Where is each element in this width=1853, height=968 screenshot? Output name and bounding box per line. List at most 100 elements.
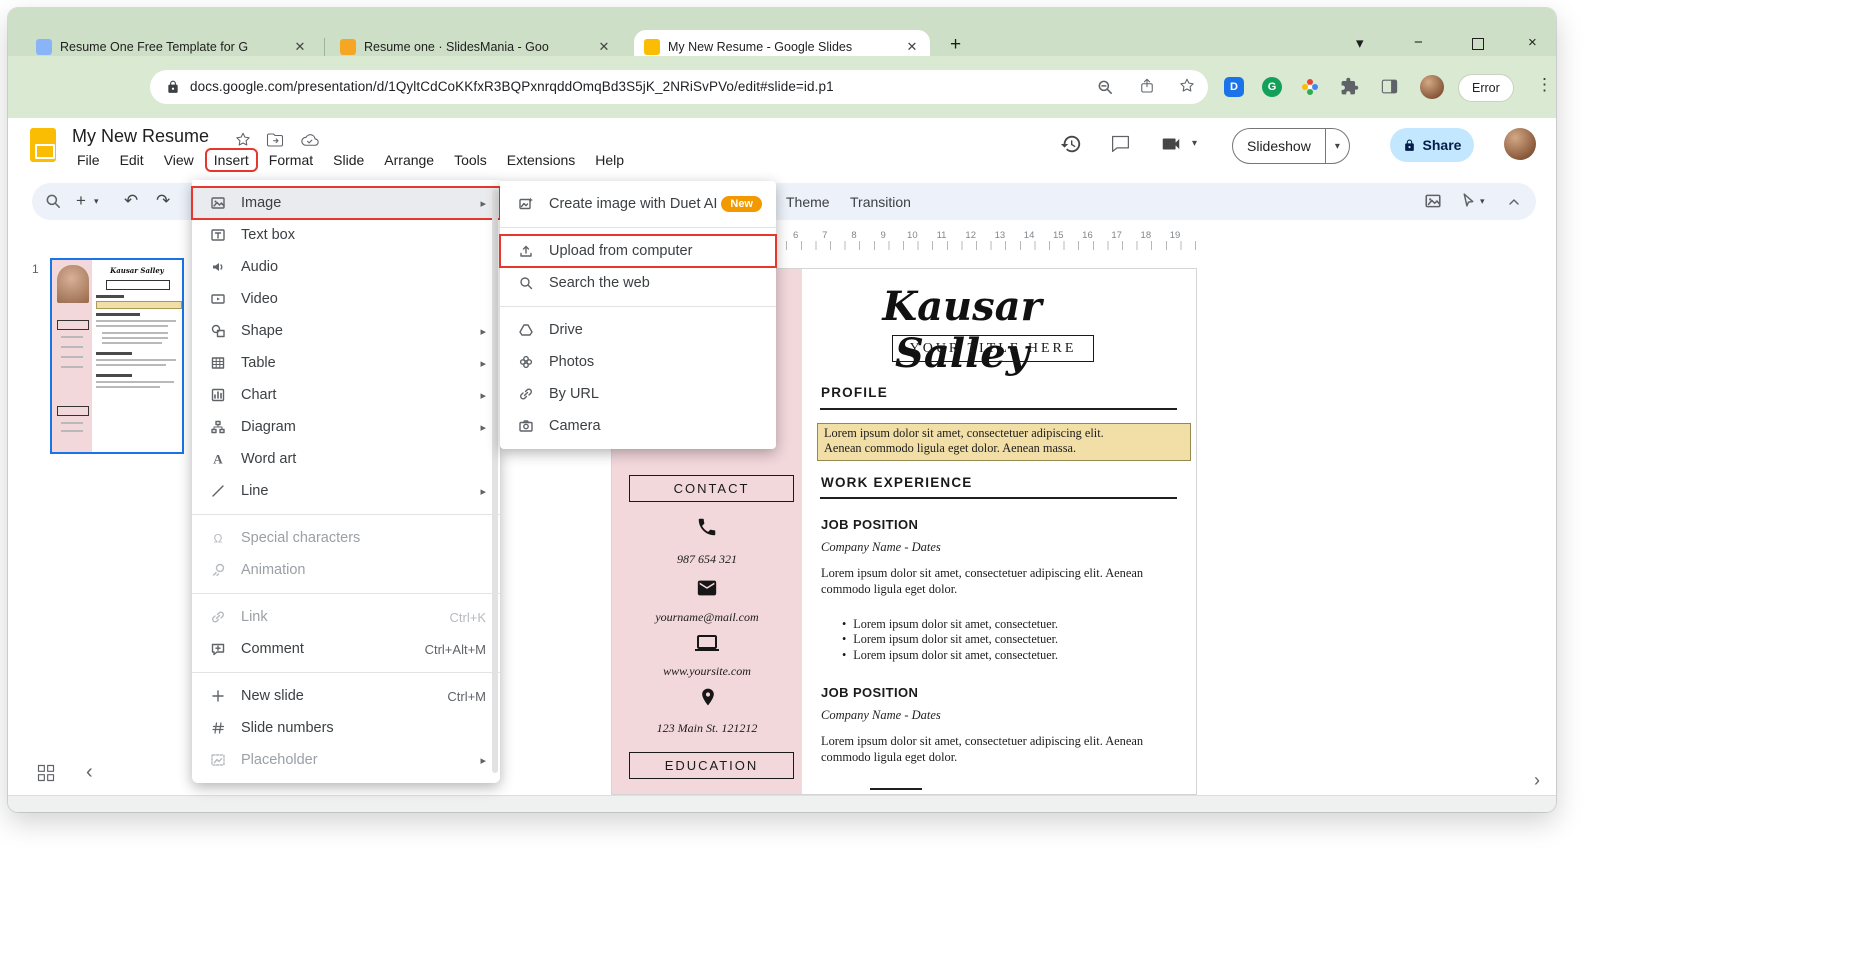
slides-app-icon[interactable] xyxy=(30,128,56,162)
extensions-puzzle-icon[interactable] xyxy=(1340,77,1359,96)
insert-menu-item-table[interactable]: Table ▸ xyxy=(192,347,500,379)
insert-menu-item-special-characters[interactable]: Ω Special characters xyxy=(192,522,500,554)
tab1-close-icon[interactable]: ✕ xyxy=(292,39,308,55)
menu-edit[interactable]: Edit xyxy=(113,150,151,170)
account-avatar[interactable] xyxy=(1504,128,1536,160)
slideshow-dropdown-icon[interactable]: ▾ xyxy=(1325,129,1349,163)
menu-tools[interactable]: Tools xyxy=(447,150,494,170)
job2-body[interactable]: Lorem ipsum dolor sit amet, consectetuer… xyxy=(821,733,1186,765)
contact-website[interactable]: www.yoursite.com xyxy=(612,664,802,679)
slide-name[interactable]: Kausar Salley xyxy=(812,283,1112,377)
bookmark-star-icon[interactable] xyxy=(1178,77,1196,95)
job1-bullets[interactable]: Lorem ipsum dolor sit amet, consectetuer… xyxy=(842,617,1172,663)
error-button[interactable]: Error xyxy=(1458,74,1514,102)
undo-icon[interactable]: ↶ xyxy=(124,191,138,211)
menu-format[interactable]: Format xyxy=(262,150,320,170)
insert-menu-item-shape[interactable]: Shape ▸ xyxy=(192,315,500,347)
submenu-item-duet-ai[interactable]: Create image with Duet AI New xyxy=(500,188,776,220)
submenu-item-drive[interactable]: Drive xyxy=(500,314,776,346)
toolbar-image-icon[interactable] xyxy=(1424,192,1442,210)
insert-menu-item-slide-numbers[interactable]: Slide numbers xyxy=(192,712,500,744)
menu-insert[interactable]: Insert xyxy=(207,150,256,170)
menu-slide[interactable]: Slide xyxy=(326,150,371,170)
theme-button[interactable]: Theme xyxy=(786,194,830,210)
insert-menu-item-audio[interactable]: Audio xyxy=(192,251,500,283)
url-text[interactable]: docs.google.com/presentation/d/1QyltCdCo… xyxy=(190,79,834,94)
star-icon[interactable] xyxy=(234,131,252,149)
close-button[interactable]: × xyxy=(1528,34,1537,51)
job1-meta[interactable]: Company Name - Dates xyxy=(821,540,941,555)
menu-file[interactable]: File xyxy=(70,150,107,170)
transition-button[interactable]: Transition xyxy=(850,194,911,210)
menu-scrollbar[interactable] xyxy=(492,190,498,773)
submenu-item-search-the-web[interactable]: Search the web xyxy=(500,267,776,299)
browser-menu-kebab-icon[interactable]: ⋮ xyxy=(1536,75,1553,95)
insert-menu-item-diagram[interactable]: Diagram ▸ xyxy=(192,411,500,443)
slideshow-button[interactable]: Slideshow ▾ xyxy=(1232,128,1350,164)
slide-thumbnail[interactable]: Kausar Salley xyxy=(50,258,184,454)
pointer-tool-icon[interactable] xyxy=(1460,192,1477,209)
menu-help[interactable]: Help xyxy=(588,150,631,170)
share-page-icon[interactable] xyxy=(1138,77,1156,95)
insert-menu-item-text-box[interactable]: Text box xyxy=(192,219,500,251)
job1-body[interactable]: Lorem ipsum dolor sit amet, consectetuer… xyxy=(821,565,1186,597)
collapse-filmstrip-icon[interactable]: ‹ xyxy=(86,761,93,784)
zoom-icon[interactable] xyxy=(1096,78,1114,96)
expand-panel-icon[interactable]: › xyxy=(1534,770,1540,791)
side-panel-icon[interactable] xyxy=(1380,77,1399,96)
insert-menu-item-animation[interactable]: Animation xyxy=(192,554,500,586)
new-slide-dropdown-icon[interactable]: ▾ xyxy=(94,196,99,207)
cloud-status-icon[interactable] xyxy=(300,131,319,150)
extension-d-icon[interactable]: D xyxy=(1224,77,1244,97)
insert-menu-item-placeholder[interactable]: Placeholder ▸ xyxy=(192,744,500,776)
pointer-dropdown-icon[interactable]: ▾ xyxy=(1480,196,1485,207)
extension-flower-icon[interactable] xyxy=(1300,77,1320,97)
insert-menu-item-word-art[interactable]: A Word art xyxy=(192,443,500,475)
job2-title[interactable]: JOB POSITION xyxy=(821,685,918,700)
redo-icon[interactable]: ↷ xyxy=(156,191,170,211)
new-tab-button[interactable]: + xyxy=(950,34,961,56)
contact-phone[interactable]: 987 654 321 xyxy=(612,552,802,567)
maximize-button[interactable] xyxy=(1472,38,1484,50)
menu-view[interactable]: View xyxy=(157,150,201,170)
work-heading[interactable]: WORK EXPERIENCE xyxy=(821,475,973,490)
bottom-scrollbar-strip[interactable] xyxy=(8,795,1556,812)
meet-dropdown-icon[interactable]: ▾ xyxy=(1192,138,1197,149)
minimize-button[interactable]: − xyxy=(1414,34,1423,51)
share-button[interactable]: Share xyxy=(1390,128,1474,162)
menu-arrange[interactable]: Arrange xyxy=(377,150,441,170)
slide-title-placeholder[interactable]: YOUR TITLE HERE xyxy=(892,335,1094,362)
profile-highlight-box[interactable]: Lorem ipsum dolor sit amet, consectetuer… xyxy=(817,423,1191,461)
move-folder-icon[interactable] xyxy=(266,131,284,149)
browser-profile-avatar[interactable] xyxy=(1420,75,1444,99)
contact-address[interactable]: 123 Main St. 121212 xyxy=(612,721,802,736)
tab3-close-icon[interactable]: ✕ xyxy=(904,39,920,55)
insert-menu-item-line[interactable]: Line ▸ xyxy=(192,475,500,507)
tab-search-chevron-icon[interactable]: ▾ xyxy=(1356,34,1364,52)
meet-camera-icon[interactable] xyxy=(1160,133,1182,155)
new-slide-plus-icon[interactable]: + xyxy=(76,191,86,211)
profile-heading[interactable]: PROFILE xyxy=(821,385,888,400)
tab2-close-icon[interactable]: ✕ xyxy=(596,39,612,55)
submenu-item-by-url[interactable]: By URL xyxy=(500,378,776,410)
collapse-toolbar-icon[interactable] xyxy=(1506,194,1522,210)
grid-view-icon[interactable] xyxy=(36,763,56,783)
insert-menu-item-chart[interactable]: Chart ▸ xyxy=(192,379,500,411)
job1-title[interactable]: JOB POSITION xyxy=(821,517,918,532)
submenu-item-photos[interactable]: Photos xyxy=(500,346,776,378)
insert-menu-item-comment[interactable]: Comment Ctrl+Alt+M xyxy=(192,633,500,665)
insert-menu-item-image[interactable]: Image ▸ xyxy=(192,187,500,219)
contact-heading-box[interactable]: CONTACT xyxy=(629,475,794,502)
comment-history-icon[interactable] xyxy=(1110,133,1131,154)
insert-menu-item-video[interactable]: Video xyxy=(192,283,500,315)
menu-extensions[interactable]: Extensions xyxy=(500,150,582,170)
education-heading-box[interactable]: EDUCATION xyxy=(629,752,794,779)
extension-g-icon[interactable]: G xyxy=(1262,77,1282,97)
submenu-item-upload-from-computer[interactable]: Upload from computer xyxy=(500,235,776,267)
insert-menu-item-new-slide[interactable]: New slide Ctrl+M xyxy=(192,680,500,712)
search-menus-icon[interactable] xyxy=(44,192,62,210)
insert-menu-item-link[interactable]: Link Ctrl+K xyxy=(192,601,500,633)
job2-meta[interactable]: Company Name - Dates xyxy=(821,708,941,723)
version-history-icon[interactable] xyxy=(1060,133,1082,155)
contact-email[interactable]: yourname@mail.com xyxy=(612,610,802,625)
